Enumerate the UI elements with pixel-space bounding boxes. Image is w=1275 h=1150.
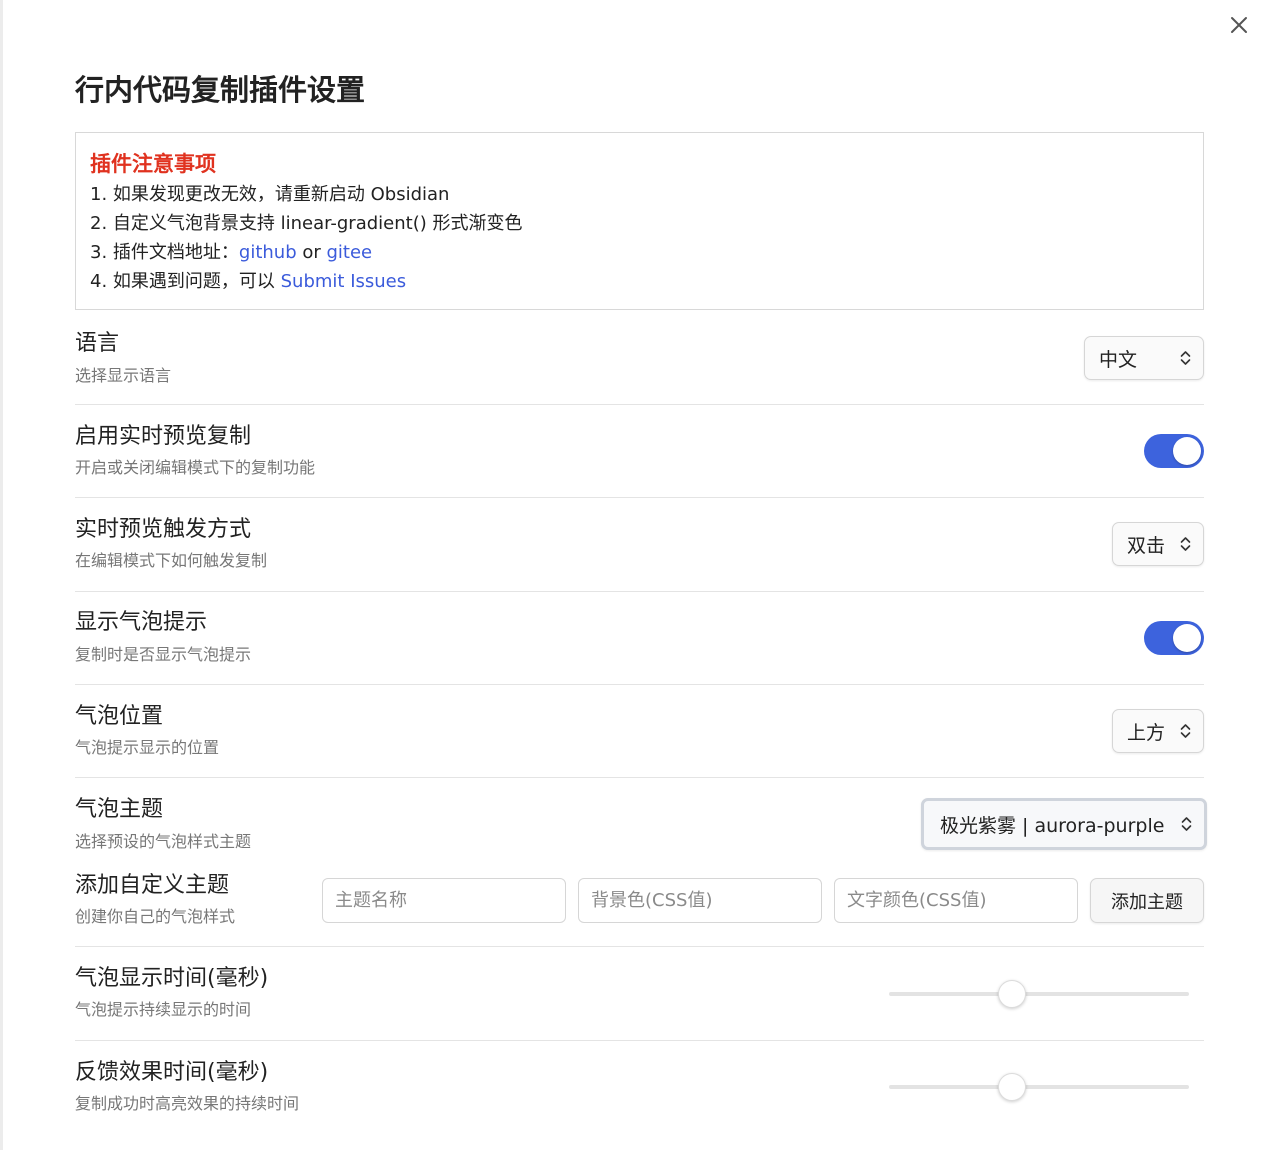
setting-desc: 复制成功时高亮效果的持续时间 (75, 1094, 300, 1113)
bubble-position-select-value: 上方 (1127, 721, 1166, 744)
submit-issues-link[interactable]: Submit Issues (281, 271, 407, 292)
setting-feedback-duration: 反馈效果时间(毫秒) 复制成功时高亮效果的持续时间 (75, 1041, 1204, 1135)
close-button[interactable] (1226, 12, 1252, 38)
setting-bubble-position: 气泡位置 气泡提示显示的位置 上方 (75, 685, 1204, 778)
toggle-knob (1173, 624, 1201, 652)
add-theme-button[interactable]: 添加主题 (1090, 878, 1204, 923)
modal-left-edge (0, 0, 3, 1150)
theme-text-color-input[interactable] (834, 878, 1078, 923)
setting-desc: 选择显示语言 (75, 366, 172, 385)
theme-bg-input[interactable] (578, 878, 822, 923)
setting-name: 启用实时预览复制 (75, 424, 252, 449)
setting-desc: 选择预设的气泡样式主题 (75, 832, 252, 851)
notice-line-3: 3. 插件文档地址：github or gitee (90, 238, 1189, 267)
slider-track (889, 1085, 1189, 1089)
setting-custom-theme: 添加自定义主题 创建你自己的气泡样式 添加主题 (75, 864, 1204, 947)
setting-name: 显示气泡提示 (75, 610, 208, 635)
notice-line-3-prefix: 3. 插件文档地址： (90, 242, 239, 263)
github-link[interactable]: github (239, 242, 297, 263)
slider-thumb[interactable] (998, 1073, 1026, 1101)
bubble-theme-select-value: 极光紫雾 | aurora-purple (940, 814, 1165, 837)
setting-desc: 复制时是否显示气泡提示 (75, 645, 252, 664)
setting-name: 气泡显示时间(毫秒) (75, 966, 269, 991)
setting-name: 实时预览触发方式 (75, 517, 252, 542)
setting-desc: 创建你自己的气泡样式 (75, 907, 236, 926)
slider-track (889, 992, 1189, 996)
feedback-duration-slider[interactable] (889, 1072, 1189, 1102)
trigger-select-value: 双击 (1127, 534, 1166, 557)
close-icon (1231, 17, 1247, 33)
notice-line-4-prefix: 4. 如果遇到问题，可以 (90, 271, 281, 292)
notice-title: 插件注意事项 (90, 152, 216, 176)
setting-name: 语言 (75, 331, 120, 356)
notice-line-4: 4. 如果遇到问题，可以 Submit Issues (90, 267, 1189, 296)
setting-desc: 开启或关闭编辑模式下的复制功能 (75, 458, 316, 477)
bubble-theme-select[interactable]: 极光紫雾 | aurora-purple (921, 798, 1207, 850)
setting-bubble-duration: 气泡显示时间(毫秒) 气泡提示持续显示的时间 (75, 947, 1204, 1041)
slider-thumb[interactable] (998, 980, 1026, 1008)
setting-name: 气泡位置 (75, 704, 164, 729)
bubble-position-select[interactable]: 上方 (1112, 709, 1204, 753)
chevron-up-down-icon (1181, 816, 1192, 832)
bubble-duration-slider[interactable] (889, 979, 1189, 1009)
notice-box: 插件注意事项 1. 如果发现更改无效，请重新启动 Obsidian 2. 自定义… (75, 132, 1204, 310)
setting-name: 气泡主题 (75, 797, 164, 822)
setting-name: 反馈效果时间(毫秒) (75, 1060, 269, 1085)
setting-desc: 气泡提示持续显示的时间 (75, 1000, 252, 1019)
show-bubble-toggle[interactable] (1144, 621, 1204, 655)
notice-line-3-or: or (296, 242, 327, 263)
setting-show-bubble: 显示气泡提示 复制时是否显示气泡提示 (75, 592, 1204, 685)
setting-live-preview: 启用实时预览复制 开启或关闭编辑模式下的复制功能 (75, 405, 1204, 498)
page-title: 行内代码复制插件设置 (75, 73, 366, 107)
trigger-select[interactable]: 双击 (1112, 522, 1204, 566)
toggle-knob (1173, 437, 1201, 465)
setting-desc: 气泡提示显示的位置 (75, 738, 220, 757)
chevron-up-down-icon (1180, 350, 1191, 366)
setting-trigger: 实时预览触发方式 在编辑模式下如何触发复制 双击 (75, 498, 1204, 592)
setting-name: 添加自定义主题 (75, 873, 230, 898)
setting-bubble-theme: 气泡主题 选择预设的气泡样式主题 极光紫雾 | aurora-purple (75, 778, 1207, 864)
notice-line-2: 2. 自定义气泡背景支持 linear-gradient() 形式渐变色 (90, 213, 523, 234)
notice-line-1: 1. 如果发现更改无效，请重新启动 Obsidian (90, 184, 450, 205)
setting-language: 语言 选择显示语言 中文 (75, 311, 1204, 405)
chevron-up-down-icon (1180, 536, 1191, 552)
gitee-link[interactable]: gitee (327, 242, 373, 263)
language-select[interactable]: 中文 (1084, 336, 1204, 380)
chevron-up-down-icon (1180, 723, 1191, 739)
theme-name-input[interactable] (322, 878, 566, 923)
language-select-value: 中文 (1099, 348, 1138, 371)
live-preview-toggle[interactable] (1144, 434, 1204, 468)
setting-desc: 在编辑模式下如何触发复制 (75, 551, 268, 570)
